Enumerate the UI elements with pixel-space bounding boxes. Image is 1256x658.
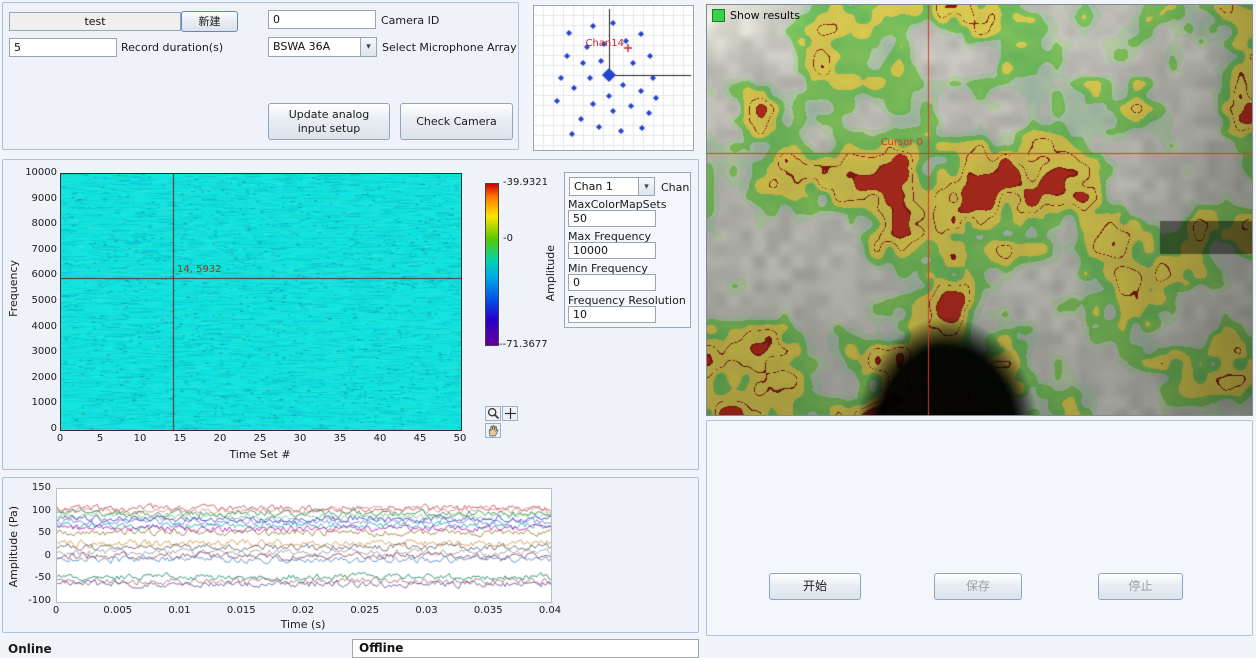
- waveform-y-tick: 150: [19, 482, 51, 493]
- waveform-y-tick: -50: [19, 572, 51, 583]
- waveform-y-tick: 0: [19, 550, 51, 561]
- online-status-label: Online: [8, 642, 52, 656]
- mic-array-panel: Chan14: [533, 5, 694, 151]
- spectrogram-x-tick: 20: [205, 433, 235, 444]
- spectrogram-x-tick: 50: [445, 433, 475, 444]
- mic-array-plot: [534, 6, 693, 150]
- spectrogram-cursor-label: 14, 5932: [177, 264, 222, 275]
- waveform-x-tick: 0.005: [100, 605, 136, 616]
- chevron-down-icon[interactable]: ▾: [360, 38, 376, 56]
- record-duration-label: Record duration(s): [121, 41, 223, 54]
- min-frequency-input[interactable]: [568, 274, 656, 291]
- spectrogram-x-tick: 35: [325, 433, 355, 444]
- waveform-x-tick: 0.025: [347, 605, 383, 616]
- show-results-label: Show results: [730, 9, 800, 22]
- offline-status-field: Offline: [352, 639, 699, 658]
- frequency-resolution-input[interactable]: [568, 306, 656, 323]
- channel-select[interactable]: Chan 1 ▾: [569, 177, 655, 196]
- spectrogram-y-tick: 3000: [21, 346, 57, 357]
- save-button[interactable]: 保存: [934, 573, 1022, 600]
- waveform-y-tick: 50: [19, 527, 51, 538]
- waveform-x-tick: 0.015: [223, 605, 259, 616]
- waveform-xlabel: Time (s): [258, 618, 348, 631]
- spectrogram-x-tick: 45: [405, 433, 435, 444]
- start-button[interactable]: 开始: [769, 573, 861, 600]
- max-colormap-input[interactable]: [568, 210, 656, 227]
- spectrogram-settings-group: Chan 1 ▾ Chan MaxColorMapSets Max Freque…: [564, 172, 691, 328]
- microphone-array-value: BSWA 36A: [273, 40, 358, 53]
- waveform-plot[interactable]: [56, 488, 552, 603]
- waveform-y-tick: 100: [19, 505, 51, 516]
- spectrogram-y-tick: 7000: [21, 244, 57, 255]
- cursor-tool-icon[interactable]: [502, 406, 518, 421]
- mic-array-highlight-label: Chan14: [572, 38, 624, 49]
- stop-button[interactable]: 停止: [1098, 573, 1183, 600]
- spectrogram-plot[interactable]: [60, 173, 462, 431]
- microphone-array-label: Select Microphone Array: [382, 41, 517, 54]
- waveform-x-tick: 0.04: [532, 605, 568, 616]
- spectrogram-y-tick: 8000: [21, 218, 57, 229]
- check-camera-button[interactable]: Check Camera: [400, 103, 513, 140]
- channel-label: Chan: [661, 181, 689, 194]
- chevron-down-icon[interactable]: ▾: [638, 178, 654, 195]
- spectrogram-y-tick: 10000: [21, 167, 57, 178]
- acoustic-camera-image[interactable]: [707, 5, 1252, 415]
- colorbar-axis-label: Amplitude: [544, 245, 557, 301]
- spectrogram-y-tick: 2000: [21, 372, 57, 383]
- acquisition-config-panel: 新建 Camera ID Record duration(s) BSWA 36A…: [2, 2, 519, 150]
- waveform-x-tick: 0: [38, 605, 74, 616]
- zoom-tool-icon[interactable]: [485, 406, 501, 421]
- spectrogram-y-tick: 5000: [21, 295, 57, 306]
- spectrogram-x-tick: 5: [85, 433, 115, 444]
- spectrogram-y-tick: 1000: [21, 397, 57, 408]
- spectrogram-y-tick: 4000: [21, 321, 57, 332]
- spectrogram-y-tick: 6000: [21, 269, 57, 280]
- spectrogram-y-tick: 9000: [21, 193, 57, 204]
- spectrogram-x-tick: 30: [285, 433, 315, 444]
- new-button[interactable]: 新建: [181, 11, 238, 32]
- update-analog-input-button[interactable]: Update analog input setup: [268, 103, 390, 140]
- spectrogram-x-tick: 0: [45, 433, 75, 444]
- waveform-x-tick: 0.01: [162, 605, 198, 616]
- spectrogram-panel: Frequency 14, 5932 Time Set # -39.9321 -…: [2, 159, 699, 470]
- camera-id-input[interactable]: [268, 10, 376, 29]
- spectrogram-xlabel: Time Set #: [215, 448, 305, 461]
- spectrogram-ylabel: Frequency: [7, 260, 20, 317]
- waveform-x-tick: 0.03: [409, 605, 445, 616]
- waveform-x-tick: 0.02: [285, 605, 321, 616]
- colorbar-max-label: -39.9321: [503, 177, 548, 188]
- colorbar-min-label: --71.3677: [499, 339, 548, 350]
- spectrogram-x-tick: 10: [125, 433, 155, 444]
- transport-panel: 开始 保存 停止: [706, 420, 1253, 636]
- session-name-input[interactable]: [9, 12, 181, 31]
- spectrogram-x-tick: 40: [365, 433, 395, 444]
- record-duration-input[interactable]: [9, 38, 117, 57]
- waveform-panel: Amplitude (Pa) Time (s) 150100500-50-100…: [2, 477, 699, 633]
- colorbar-mid-label: -0: [503, 233, 513, 244]
- spectrogram-x-tick: 15: [165, 433, 195, 444]
- camera-id-label: Camera ID: [381, 14, 439, 27]
- microphone-array-select[interactable]: BSWA 36A ▾: [268, 37, 377, 57]
- max-frequency-input[interactable]: [568, 242, 656, 259]
- camera-view-panel: Show results Cursor 0: [706, 4, 1253, 416]
- amplitude-colorbar: [485, 183, 499, 346]
- spectrogram-x-tick: 25: [245, 433, 275, 444]
- camera-cursor-label: Cursor 0: [875, 137, 923, 148]
- show-results-checkbox[interactable]: [712, 9, 725, 22]
- channel-select-value: Chan 1: [574, 180, 636, 193]
- waveform-x-tick: 0.035: [470, 605, 506, 616]
- pan-tool-icon[interactable]: [485, 423, 501, 438]
